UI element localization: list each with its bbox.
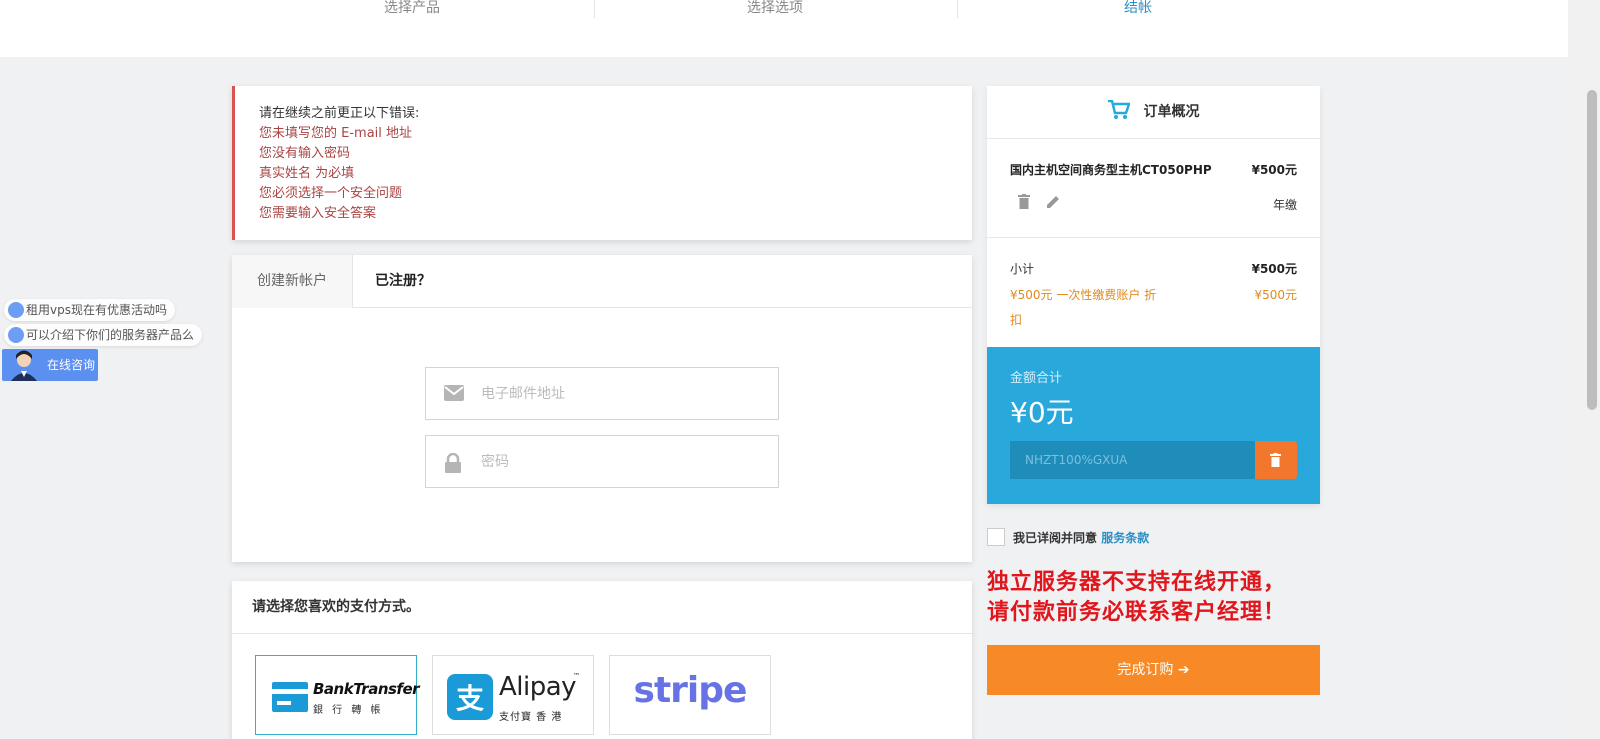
total-value: ¥0元 [1010,396,1074,429]
alipay-sub: 支付寶 香 港 [499,712,563,723]
summary-header: 订单概况 [987,86,1320,139]
tos-link[interactable]: 服务条款 [1101,531,1149,545]
discount-label-cont: 扣 [1010,313,1023,327]
scrollbar-thumb[interactable] [1587,90,1597,410]
payment-option-banktransfer[interactable]: BankTransfer 銀 行 轉 帳 [255,655,420,735]
account-tabs: 创建新帐户 已注册？ [232,255,972,308]
error-alert: 请在继续之前更正以下错误: 您未填写您的 E-mail 地址 您没有输入密码 真… [232,86,972,240]
email-placeholder: 电子邮件地址 [481,386,565,402]
tab-create-account[interactable]: 创建新帐户 [232,255,353,308]
password-placeholder: 密码 [481,454,509,470]
chat-suggestion-text: 可以介绍下你们的服务器产品么 [26,328,195,342]
delete-item-icon[interactable] [1018,194,1030,209]
total-block: 金额合计 ¥0元 NHZT100%GXUA [987,347,1320,504]
tos-label: 我已详阅并同意 [1013,531,1098,545]
subtotal-value: ¥500元 [1251,262,1297,276]
dedicated-server-warning: 独立服务器不支持在线开通， 请付款前务必联系客户经理！ [987,567,1286,627]
error-item: 真实姓名 为必填 [259,166,355,181]
banktransfer-label: BankTransfer [313,680,420,698]
summary-title: 订单概况 [1143,104,1200,120]
banktransfer-sub: 銀 行 轉 帳 [313,705,384,716]
product-price: ¥500元 [1251,163,1297,177]
step-checkout[interactable]: 结帐 [957,0,1319,18]
svg-text:支: 支 [456,682,484,715]
tos-checkbox[interactable] [987,528,1005,546]
error-item: 您未填写您的 E-mail 地址 [259,126,413,141]
cart-icon [1107,99,1131,119]
summary-divider [987,237,1320,238]
bank-card-icon [272,682,308,712]
account-panel: 创建新帐户 已注册？ 电子邮件地址 密码 [232,255,972,562]
error-item: 您需要输入安全答案 [259,206,377,221]
payment-panel: 请选择您喜欢的支付方式。 BankTransfer 銀 行 轉 帳 支 Alip… [232,581,972,739]
payment-option-stripe[interactable]: stripe [609,655,771,735]
chat-bubble-icon [8,302,24,318]
order-summary: 订单概况 国内主机空间商务型主机CT050PHP ¥500元 年缴 小计 ¥50… [987,86,1320,504]
stripe-label: stripe [633,670,748,711]
step-choose-options[interactable]: 选择选项 [594,0,956,18]
trash-icon [1270,453,1281,467]
warning-line: 独立服务器不支持在线开通， [987,569,1287,595]
password-field[interactable]: 密码 [425,435,779,488]
chat-bubble-icon [8,327,24,343]
chat-suggestion-text: 租用vps现在有优惠活动吗 [26,303,167,317]
error-item: 您必须选择一个安全问题 [259,186,403,201]
product-name: 国内主机空间商务型主机CT050PHP [1010,163,1212,177]
online-consult-button[interactable]: 在线咨询 [2,349,98,381]
online-consult-label: 在线咨询 [47,358,96,372]
tos-text: 我已详阅并同意 服务条款 [1013,529,1149,546]
envelope-icon [444,385,464,403]
error-title: 请在继续之前更正以下错误: [259,106,420,121]
subtotal-label: 小计 [1010,262,1035,276]
step-choose-product[interactable]: 选择产品 [231,0,593,18]
total-label: 金额合计 [1010,371,1063,386]
promo-code-field[interactable]: NHZT100%GXUA [1010,441,1256,479]
payment-option-alipay[interactable]: 支 Alipay ™ 支付寶 香 港 [432,655,594,735]
alipay-label: Alipay [499,672,577,702]
billing-cycle: 年缴 [1272,198,1297,212]
complete-order-button[interactable]: 完成订购 ➔ [987,645,1320,695]
lock-icon [444,452,464,473]
edit-item-icon[interactable] [1046,194,1061,209]
discount-value: ¥500元 [1254,288,1297,302]
chat-suggestion[interactable]: 租用vps现在有优惠活动吗 [4,299,175,321]
alipay-logo-icon: 支 [447,674,493,720]
alipay-trademark: ™ [573,672,580,680]
checkout-steps: 选择产品 选择选项 结帐 [0,0,1568,57]
remove-promo-button[interactable] [1255,441,1297,479]
email-field[interactable]: 电子邮件地址 [425,367,779,420]
discount-label: ¥500元 一次性缴费账户 折 [1010,288,1157,302]
error-item: 您没有输入密码 [259,146,351,161]
tab-existing-customer[interactable]: 已注册？ [353,255,453,308]
payment-heading: 请选择您喜欢的支付方式。 [232,581,972,634]
warning-line: 请付款前务必联系客户经理！ [987,599,1287,625]
agent-avatar-icon [6,349,42,381]
chat-suggestion[interactable]: 可以介绍下你们的服务器产品么 [4,324,203,346]
